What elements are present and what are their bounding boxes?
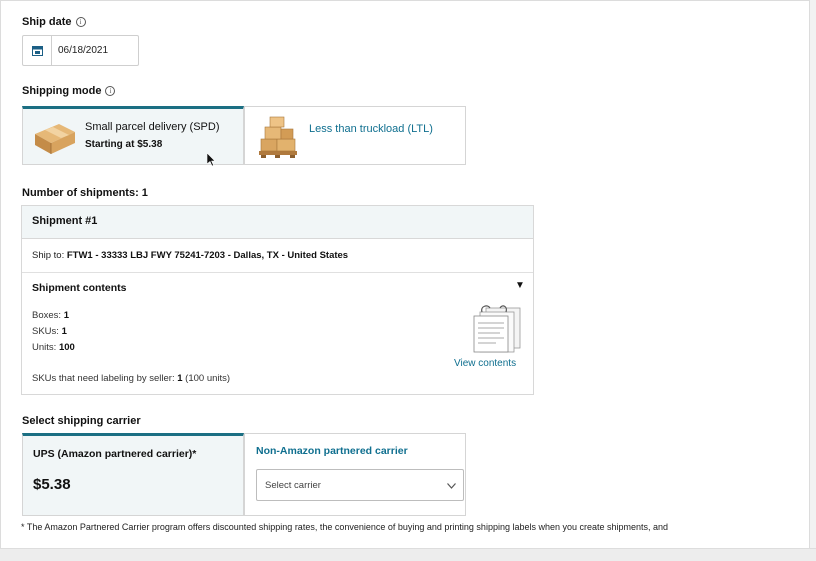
parcel-box-icon [35, 124, 75, 154]
skus-stat: SKUs: 1 [32, 326, 67, 337]
carrier-select-placeholder: Select carrier [265, 480, 321, 491]
shipment-header: Shipment #1 [22, 206, 533, 239]
shipping-page: Ship date i 06/18/2021 Shipping mode i Sma… [0, 0, 810, 550]
mouse-cursor-icon [207, 153, 216, 167]
shipment-card: Shipment #1 Ship to: FTW1 - 33333 LBJ FW… [21, 205, 534, 395]
carrier-option-non-amazon[interactable]: Non-Amazon partnered carrier Select carr… [244, 433, 466, 516]
boxes-stat: Boxes: 1 [32, 310, 69, 321]
ship-date-value[interactable]: 06/18/2021 [52, 45, 108, 56]
ship-to-address: Ship to: FTW1 - 33333 LBJ FWY 75241-7203… [32, 250, 349, 261]
divider [22, 272, 533, 273]
ship-date-label: Ship date i [22, 16, 86, 28]
ship-to-value: FTW1 - 33333 LBJ FWY 75241-7203 - Dallas… [66, 250, 349, 261]
chevron-down-icon [447, 483, 456, 489]
carrier-label: Select shipping carrier [22, 415, 141, 427]
shipment-contents-title: Shipment contents [32, 282, 127, 294]
carrier-price: $5.38 [33, 476, 71, 493]
collapse-caret-icon[interactable]: ▼ [515, 280, 525, 291]
shipping-mode-label: Shipping mode i [22, 85, 116, 97]
shipments-count: Number of shipments: 1 [22, 187, 148, 199]
page-footer [0, 548, 816, 561]
mode-price: Starting at $5.38 [85, 139, 163, 150]
mode-name: Small parcel delivery (SPD) [85, 121, 220, 133]
carrier-option-ups[interactable]: UPS (Amazon partnered carrier)* $5.38 [22, 433, 244, 516]
mode-option-ltl[interactable]: Less than truckload (LTL) [244, 106, 466, 165]
carrier-title: Non-Amazon partnered carrier [256, 445, 408, 457]
labeling-stat: SKUs that need labeling by seller: 1 (10… [32, 373, 231, 384]
shipment-title: Shipment #1 [32, 215, 98, 227]
calendar-icon[interactable] [23, 36, 52, 65]
ship-date-field[interactable]: 06/18/2021 [22, 35, 139, 66]
carrier-footnote: * The Amazon Partnered Carrier program o… [21, 522, 669, 532]
units-stat: Units: 100 [32, 342, 75, 353]
info-icon[interactable]: i [105, 86, 116, 96]
carrier-select[interactable]: Select carrier [256, 469, 464, 501]
info-icon[interactable]: i [75, 17, 86, 27]
mode-name: Less than truckload (LTL) [309, 123, 433, 135]
view-contents-link[interactable]: View contents [454, 358, 516, 369]
documents-icon [473, 305, 521, 353]
carrier-title: UPS (Amazon partnered carrier)* [33, 448, 197, 460]
pallet-boxes-icon [259, 116, 297, 158]
